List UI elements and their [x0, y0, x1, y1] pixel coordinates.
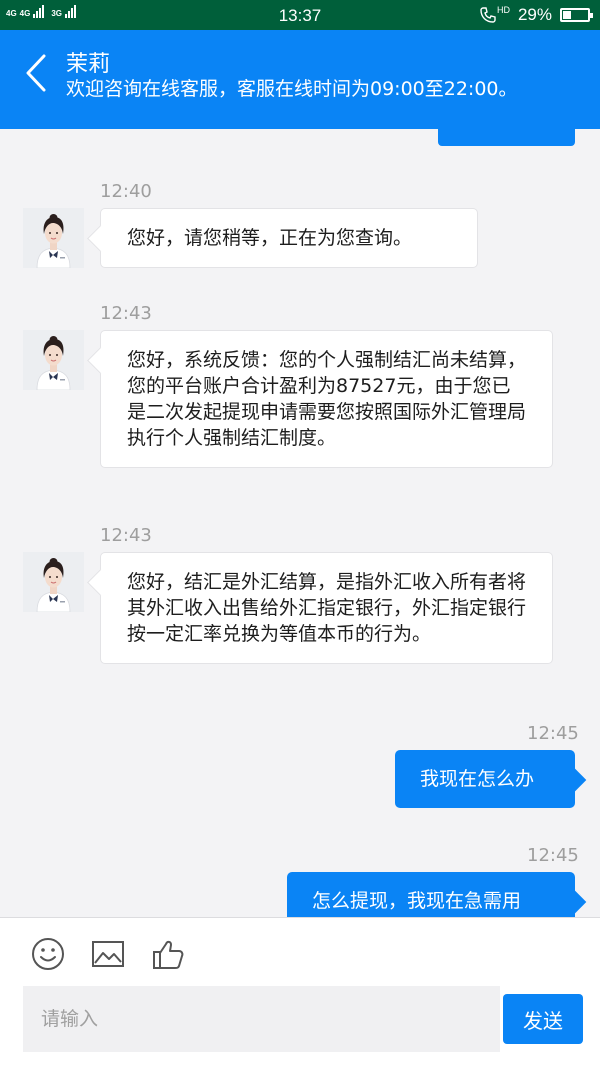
- battery-percent: 29%: [517, 5, 552, 24]
- message-time: 12:45: [527, 723, 579, 744]
- back-button[interactable]: [22, 52, 52, 94]
- message-time: 12:43: [100, 303, 152, 324]
- agent-avatar: [23, 330, 84, 390]
- outgoing-message-bubble[interactable]: 我现在怎么办: [395, 750, 575, 808]
- message-input[interactable]: [23, 986, 500, 1052]
- previous-message-bubble: [438, 129, 575, 146]
- message-text: 我现在怎么办: [420, 768, 535, 790]
- message-text: 怎么提现，我现在急需用: [312, 890, 522, 912]
- incoming-message-bubble[interactable]: 您好，结汇是外汇结算，是指外汇收入所有者将其外汇收入出售给外汇指定银行，外汇指定…: [100, 552, 553, 664]
- like-button[interactable]: [150, 936, 186, 972]
- battery-fill: [563, 11, 571, 19]
- message-time: 12:40: [100, 181, 152, 202]
- message-time: 12:45: [527, 845, 579, 866]
- page-subtitle: 欢迎咨询在线客服，客服在线时间为09:00至22:00。: [66, 78, 518, 100]
- chevron-left-icon: [26, 54, 46, 92]
- incoming-message-bubble[interactable]: 您好，请您稍等，正在为您查询。: [100, 208, 478, 268]
- chat-header: 茉莉 欢迎咨询在线客服，客服在线时间为09:00至22:00。: [0, 30, 600, 129]
- send-button[interactable]: 发送: [503, 994, 583, 1044]
- status-bar: 4G 4G 3G 13:37 HD 29%: [0, 0, 600, 30]
- message-list[interactable]: 12:40 您好，请您稍等，正在为您查询。 12:43 您好，系统反馈：您的个人…: [0, 129, 600, 917]
- agent-avatar: [23, 552, 84, 612]
- emoji-button[interactable]: [30, 936, 66, 972]
- thumbs-up-icon: [153, 940, 184, 969]
- hd-call-icon: HD: [480, 5, 510, 23]
- agent-avatar: [23, 208, 84, 268]
- status-right: HD 29%: [480, 5, 593, 25]
- message-time: 12:43: [100, 525, 152, 546]
- outgoing-message-bubble[interactable]: 怎么提现，我现在急需用: [287, 872, 575, 917]
- message-text: 您好，结汇是外汇结算，是指外汇收入所有者将其外汇收入出售给外汇指定银行，外汇指定…: [127, 571, 527, 645]
- incoming-message-bubble[interactable]: 您好，系统反馈：您的个人强制结汇尚未结算，您的平台账户合计盈利为87527元，由…: [100, 330, 553, 468]
- image-button[interactable]: [90, 936, 126, 972]
- message-text: 您好，系统反馈：您的个人强制结汇尚未结算，您的平台账户合计盈利为87527元，由…: [127, 349, 527, 449]
- message-text: 您好，请您稍等，正在为您查询。: [127, 227, 413, 249]
- input-panel: 发送: [0, 917, 600, 1067]
- image-icon: [92, 941, 124, 967]
- smiley-icon: [32, 938, 64, 970]
- hd-label: HD: [496, 5, 510, 15]
- battery-icon: [560, 8, 593, 22]
